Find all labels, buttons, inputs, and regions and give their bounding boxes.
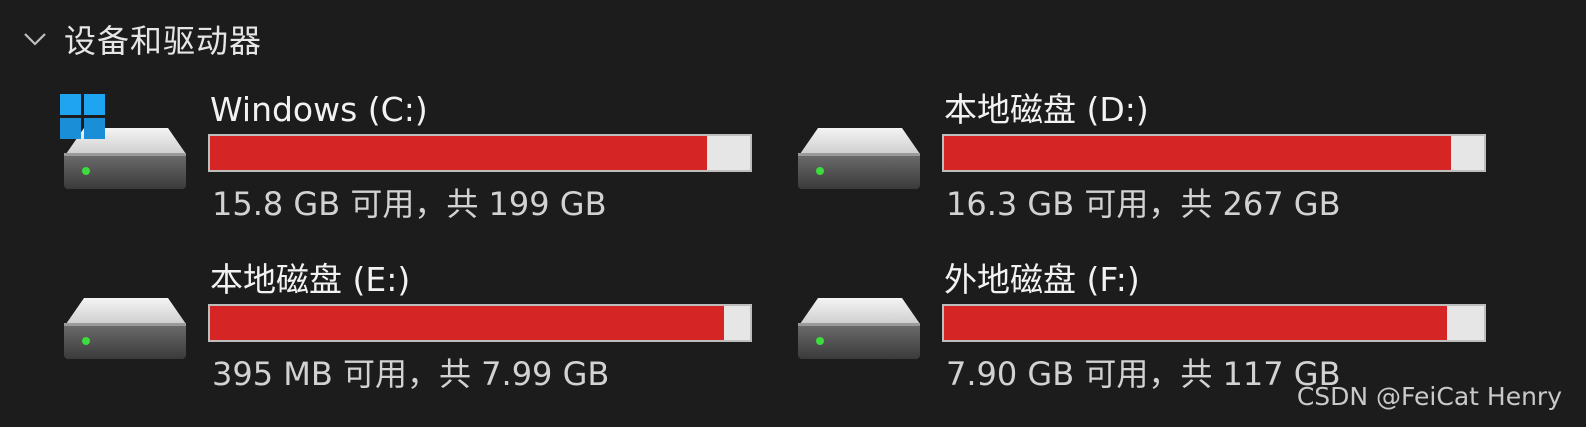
watermark: CSDN @FeiCat Henry — [1296, 382, 1562, 411]
drive-usage-bar — [208, 134, 752, 172]
group-title: 设备和驱动器 — [64, 22, 263, 60]
drive-free-space: 7.90 GB 可用，共 117 GB — [946, 355, 1341, 393]
drive-usage-fill — [944, 136, 1452, 170]
drive-usage-fill — [210, 136, 708, 170]
drive-free-space: 15.8 GB 可用，共 199 GB — [212, 185, 607, 223]
drive-tile-c[interactable]: Windows (C:) 15.8 GB 可用，共 199 GB — [60, 90, 762, 237]
drive-name: 外地磁盘 (F:) — [944, 260, 1140, 299]
hard-drive-icon — [796, 262, 926, 372]
drive-name: 本地磁盘 (D:) — [944, 90, 1149, 129]
hard-drive-icon — [796, 92, 926, 202]
drive-free-space: 395 MB 可用，共 7.99 GB — [212, 355, 610, 393]
drive-tile-d[interactable]: 本地磁盘 (D:) 16.3 GB 可用，共 267 GB — [796, 90, 1496, 237]
drive-name: Windows (C:) — [210, 90, 428, 129]
chevron-down-icon — [20, 24, 50, 54]
drive-usage-bar — [942, 304, 1486, 342]
drive-usage-bar — [208, 304, 752, 342]
drive-tile-e[interactable]: 本地磁盘 (E:) 395 MB 可用，共 7.99 GB — [62, 260, 762, 407]
drive-usage-bar — [942, 134, 1486, 172]
drive-usage-fill — [944, 306, 1448, 340]
drive-name: 本地磁盘 (E:) — [210, 260, 411, 299]
drive-usage-fill — [210, 306, 725, 340]
hard-drive-icon — [62, 262, 192, 372]
group-header-devices[interactable]: 设备和驱动器 — [20, 16, 262, 62]
drive-free-space: 16.3 GB 可用，共 267 GB — [946, 185, 1341, 223]
windows-logo-icon — [58, 92, 108, 142]
